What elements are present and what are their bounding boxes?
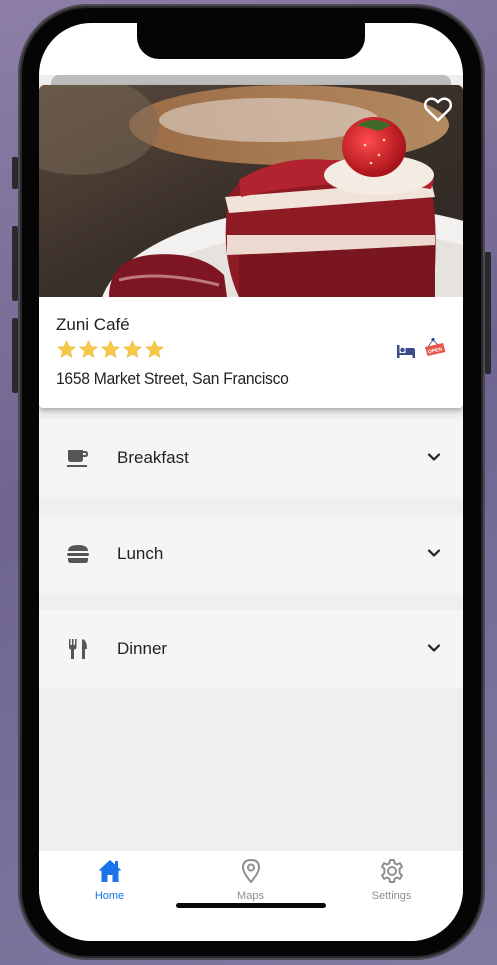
star-icon (101, 340, 120, 358)
restaurant-info: Zuni Café 1658 Market Street, San Franci… (39, 297, 463, 408)
star-icon (145, 340, 164, 358)
volume-up-button (12, 226, 18, 301)
power-button (485, 252, 491, 374)
gear-icon (381, 859, 403, 883)
tab-label: Settings (371, 890, 412, 902)
meal-row-breakfast[interactable]: Breakfast (39, 419, 463, 497)
screen: Zuni Café 1658 Market Street, San Franci… (39, 23, 463, 941)
tab-label: Maps (237, 890, 264, 902)
chevron-down-icon[interactable] (427, 641, 441, 655)
home-icon (98, 860, 122, 882)
star-icon (123, 340, 142, 358)
cake-photo (39, 85, 463, 297)
restaurant-address: 1658 Market Street, San Francisco (56, 369, 289, 388)
chevron-down-icon[interactable] (427, 450, 441, 464)
burger-icon (67, 545, 89, 563)
meal-row-dinner[interactable]: Dinner (39, 610, 463, 688)
volume-down-button (12, 318, 18, 393)
meal-label: Breakfast (117, 448, 189, 467)
notch (137, 23, 365, 59)
map-pin-icon (241, 858, 261, 884)
chevron-down-icon[interactable] (427, 546, 441, 560)
restaurant-card[interactable]: Zuni Café 1658 Market Street, San Franci… (39, 85, 463, 408)
coffee-cup-icon (67, 450, 88, 467)
tab-home[interactable]: Home (39, 851, 180, 911)
mute-switch (12, 157, 18, 189)
meal-row-lunch[interactable]: Lunch (39, 515, 463, 593)
tab-label: Home (94, 890, 125, 902)
main-content: Zuni Café 1658 Market Street, San Franci… (39, 75, 463, 851)
restaurant-name: Zuni Café (56, 315, 130, 334)
home-indicator (176, 903, 326, 908)
tab-bar: Home Maps Settings (39, 851, 463, 941)
fork-knife-icon (69, 639, 87, 659)
meal-label: Lunch (117, 544, 164, 563)
star-icon (79, 340, 98, 358)
tab-maps[interactable]: Maps (180, 851, 321, 911)
star-icon (57, 340, 76, 358)
heart-icon[interactable] (423, 95, 453, 123)
tab-settings[interactable]: Settings (321, 851, 462, 911)
bed-icon (397, 345, 415, 358)
meal-label: Dinner (117, 639, 168, 658)
star-rating (56, 339, 165, 360)
